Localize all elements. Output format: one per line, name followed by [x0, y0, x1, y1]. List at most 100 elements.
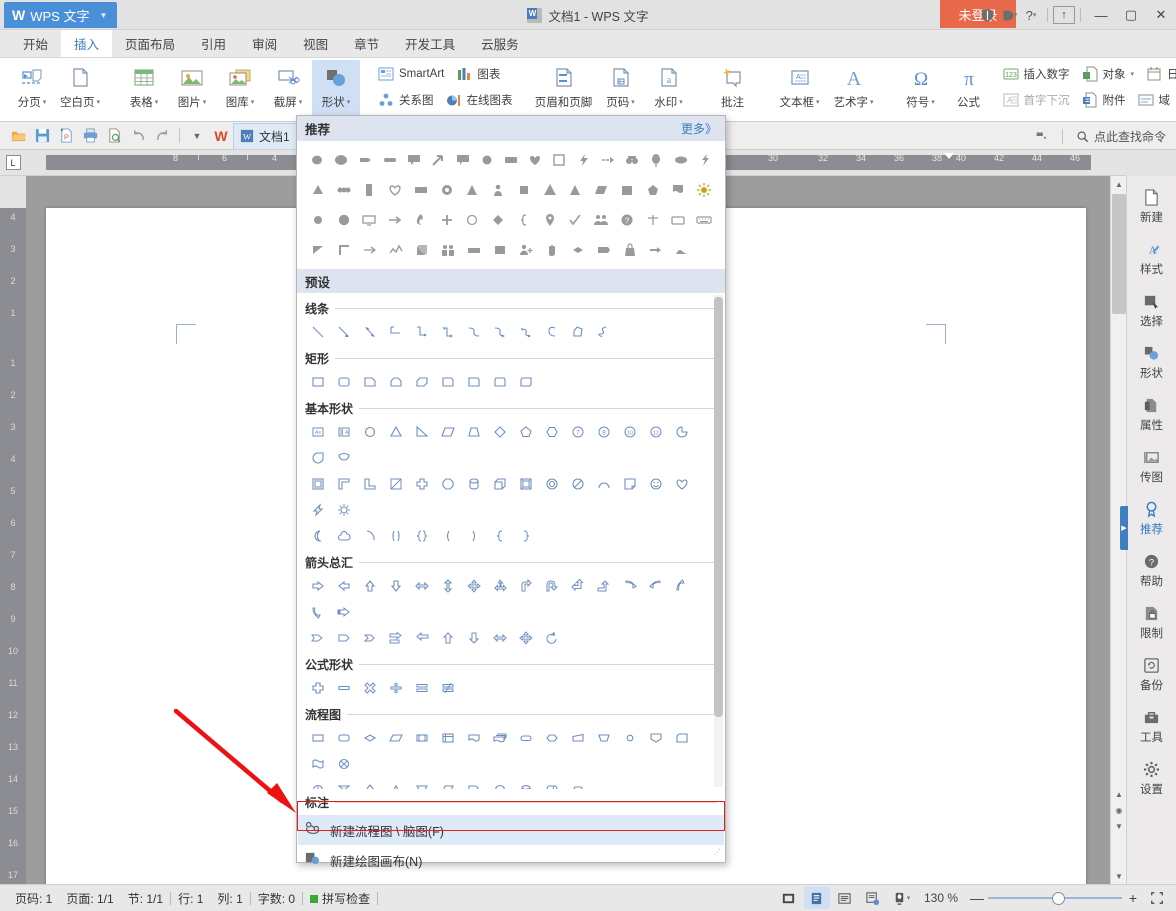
shape-minus-sign[interactable]: [331, 675, 357, 701]
shape-pentagon[interactable]: [513, 419, 539, 445]
shape-left-arrow[interactable]: [331, 573, 357, 599]
shape-up-arrow-callout[interactable]: [435, 625, 461, 651]
shape-ellipse-filled[interactable]: [305, 147, 329, 173]
shape-flow-extract[interactable]: [383, 777, 409, 789]
screenshot-button[interactable]: 截屏 ▾: [264, 60, 312, 118]
shape-no-symbol[interactable]: [565, 471, 591, 497]
shape-curved-double-arrow[interactable]: [513, 319, 539, 345]
shape-flag-filled[interactable]: [353, 147, 377, 173]
shape-round-diagonal-corner[interactable]: [513, 369, 539, 395]
shape-lightning-filled[interactable]: [572, 147, 596, 173]
shape-multiply-sign[interactable]: [357, 675, 383, 701]
shape-rhombus-filled[interactable]: [565, 237, 591, 263]
shape-arc[interactable]: [591, 471, 617, 497]
shape-cloud[interactable]: [331, 523, 357, 549]
shape-arrow-line-filled[interactable]: [357, 237, 383, 263]
shape-up-down-arrow[interactable]: [435, 573, 461, 599]
shape-dodecagon[interactable]: 12: [643, 419, 669, 445]
shape-snip-round-single-corner[interactable]: [435, 369, 461, 395]
vertical-ruler[interactable]: 43 21 12 34 56 78 9 10 11 12 13 14 15 16 17: [0, 208, 26, 884]
shape-plus-filled[interactable]: [434, 207, 460, 233]
shape-cube[interactable]: [487, 471, 513, 497]
zoom-out-button[interactable]: —: [968, 890, 986, 906]
status-spell-check[interactable]: 拼写检查: [303, 890, 377, 907]
shape-arrow-dashed[interactable]: [596, 147, 620, 173]
shape-not-equal-sign[interactable]: [435, 675, 461, 701]
shape-circle-dot-filled[interactable]: [305, 207, 331, 233]
shape-hand-filled[interactable]: [539, 237, 565, 263]
shape-flow-or[interactable]: [305, 777, 331, 789]
shape-gear-row-filled[interactable]: [331, 177, 357, 203]
chevron-down-icon[interactable]: ▾: [251, 98, 255, 106]
shape-regular-pentagon-plus[interactable]: [435, 471, 461, 497]
shape-curved-down-arrow[interactable]: [305, 599, 331, 625]
shape-flow-alternate-process[interactable]: [331, 725, 357, 751]
shape-freeform-shape[interactable]: [565, 319, 591, 345]
shape-flow-off-page-connector[interactable]: [643, 725, 669, 751]
shape-oval[interactable]: [357, 419, 383, 445]
shape-round-single-corner[interactable]: [461, 369, 487, 395]
print-icon[interactable]: [78, 124, 102, 148]
shape-left-right-up-arrow[interactable]: [487, 573, 513, 599]
shape-pill-filled[interactable]: [378, 147, 402, 173]
shape-flow-terminator[interactable]: [513, 725, 539, 751]
save-icon[interactable]: [30, 124, 54, 148]
shape-arrow-right-filled[interactable]: [382, 207, 408, 233]
shape-curved-arrow[interactable]: [487, 319, 513, 345]
open-icon[interactable]: [6, 124, 30, 148]
shape-chord[interactable]: [331, 445, 357, 471]
chevron-down-icon[interactable]: ▾: [347, 98, 351, 106]
page-break-button[interactable]: 分页 ▾: [8, 60, 56, 118]
shape-pie[interactable]: [669, 419, 695, 445]
shape-rectangle[interactable]: [305, 369, 331, 395]
shape-triangle-solid[interactable]: [537, 177, 563, 203]
shape-elbow-arrow[interactable]: [409, 319, 435, 345]
shape-elbow-double-arrow[interactable]: [435, 319, 461, 345]
shape-arrow-fat-filled[interactable]: [643, 237, 669, 263]
indent-marker-right[interactable]: [944, 153, 954, 173]
shape-teardrop[interactable]: [305, 445, 331, 471]
shape-square-block-filled[interactable]: [614, 177, 640, 203]
shape-circle-filled[interactable]: [475, 147, 499, 173]
shape-triangle-filled[interactable]: [305, 177, 331, 203]
shape-callout-filled[interactable]: [402, 147, 426, 173]
sidebar-item-settings[interactable]: 设置: [1128, 752, 1176, 804]
shape-monitor-filled[interactable]: [357, 207, 383, 233]
outline-view-icon[interactable]: [832, 887, 858, 909]
shape-moon[interactable]: [305, 523, 331, 549]
shape-quad-arrow[interactable]: [461, 573, 487, 599]
chevron-down-icon[interactable]: ▾: [299, 98, 303, 106]
shape-heptagon[interactable]: 7: [565, 419, 591, 445]
undo-icon[interactable]: [126, 124, 150, 148]
shape-pentagon-filled[interactable]: [640, 177, 666, 203]
shape-pennant-filled[interactable]: [305, 237, 331, 263]
minimize-button[interactable]: —: [1086, 1, 1116, 29]
chevron-down-icon[interactable]: ▾: [96, 98, 100, 106]
ruler-corner-tabstop[interactable]: L: [0, 150, 26, 176]
panel-resize-grip[interactable]: ⋰: [714, 849, 722, 859]
close-button[interactable]: ✕: [1146, 1, 1176, 29]
shape-plus-sign[interactable]: [305, 675, 331, 701]
shape-left-right-arrow-callout[interactable]: [487, 625, 513, 651]
chart-button[interactable]: 图表: [450, 61, 506, 87]
new-drawing-canvas-item[interactable]: 新建绘图画布(N): [298, 845, 724, 875]
shape-window-filled[interactable]: [666, 207, 692, 233]
shape-rect-thick-filled[interactable]: [487, 237, 513, 263]
customize-dropdown-icon[interactable]: ▼: [185, 124, 209, 148]
select-browse-object-icon[interactable]: ◉: [1111, 802, 1127, 818]
print-preview-icon[interactable]: [102, 124, 126, 148]
page-number-button[interactable]: 页码 ▾: [597, 60, 645, 118]
insert-number-button[interactable]: 123 插入数字: [997, 61, 1076, 87]
save-as-pdf-icon[interactable]: P: [54, 124, 78, 148]
shape-oval-filled[interactable]: [329, 147, 353, 173]
sidebar-item-restrict[interactable]: 限制: [1128, 596, 1176, 648]
shape-down-arrow[interactable]: [383, 573, 409, 599]
file-tab-document1[interactable]: W 文档1: [233, 122, 303, 149]
shield-icon[interactable]: [976, 1, 998, 29]
shape-left-brace[interactable]: [487, 523, 513, 549]
status-page-count[interactable]: 页面: 1/1: [59, 890, 120, 907]
formula-button[interactable]: π 公式: [945, 60, 993, 118]
shape-chevron-arrow[interactable]: [357, 625, 383, 651]
shape-line-arrow[interactable]: [331, 319, 357, 345]
tab-page-layout[interactable]: 页面布局: [112, 30, 188, 57]
